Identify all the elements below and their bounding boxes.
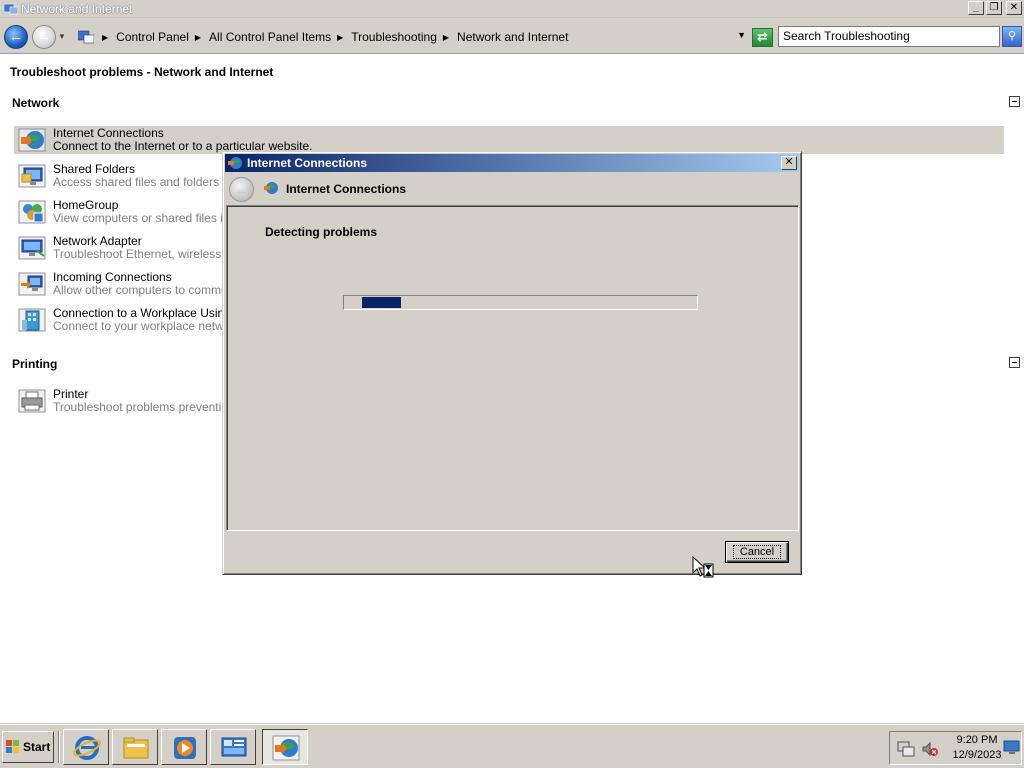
cancel-label: Cancel bbox=[732, 545, 782, 559]
breadcrumb-troubleshooting[interactable]: Troubleshooting bbox=[351, 30, 437, 44]
forward-arrow-icon: → bbox=[36, 28, 52, 45]
window-title: Network and Internet bbox=[21, 1, 133, 16]
printer-icon bbox=[18, 389, 46, 413]
chevron-right-icon[interactable]: ▶ bbox=[102, 33, 108, 42]
breadcrumb-all-items[interactable]: All Control Panel Items bbox=[209, 30, 331, 44]
search-button[interactable]: ⚲ bbox=[1002, 26, 1022, 47]
dialog-title: Internet Connections bbox=[247, 156, 368, 170]
collapse-network-button[interactable] bbox=[1009, 96, 1020, 107]
refresh-button[interactable]: ⇄ bbox=[752, 28, 773, 47]
back-button[interactable]: ← bbox=[4, 25, 28, 49]
taskbar-troubleshooting[interactable] bbox=[262, 729, 308, 765]
dialog-back-button[interactable]: ← bbox=[229, 177, 254, 202]
dialog-header: ← Internet Connections bbox=[225, 174, 799, 204]
list-item-internet-connections[interactable]: Internet Connections Connect to the Inte… bbox=[14, 126, 1004, 154]
internet-globe-icon bbox=[18, 128, 46, 152]
taskbar-internet-explorer[interactable] bbox=[63, 729, 109, 765]
breadcrumb-network-and-internet[interactable]: Network and Internet bbox=[457, 30, 568, 44]
recent-pages-dropdown[interactable]: ▼ bbox=[58, 32, 66, 41]
dialog-titlebar[interactable]: Internet Connections ✕ bbox=[225, 154, 799, 172]
item-name: Shared Folders bbox=[53, 162, 136, 176]
taskbar-server-manager[interactable] bbox=[210, 729, 256, 765]
restore-button[interactable]: ❐ bbox=[986, 1, 1002, 15]
address-bar: ← → ▼ ▶ Control Panel ▶ All Control Pane… bbox=[0, 18, 1024, 54]
windows-explorer-icon bbox=[123, 737, 149, 759]
progress-bar bbox=[343, 295, 698, 310]
shared-folders-icon bbox=[18, 164, 46, 188]
homegroup-icon bbox=[18, 200, 46, 224]
windows-logo-icon bbox=[6, 740, 19, 753]
notification-area: 9:20 PM 12/9/2023 bbox=[889, 731, 1022, 765]
control-panel-icon bbox=[4, 3, 18, 14]
progress-bar-fill bbox=[362, 297, 401, 308]
section-title-network: Network bbox=[12, 96, 60, 110]
forward-button[interactable]: → bbox=[32, 25, 56, 49]
dialog-content-panel: Detecting problems bbox=[226, 205, 799, 531]
breadcrumb-control-panel[interactable]: Control Panel bbox=[116, 30, 189, 44]
incoming-connections-icon bbox=[18, 272, 46, 296]
status-text: Detecting problems bbox=[265, 225, 378, 239]
media-player-icon bbox=[174, 737, 196, 759]
close-button[interactable]: ✕ bbox=[1006, 1, 1022, 15]
minimize-button[interactable]: _ bbox=[968, 1, 984, 15]
workplace-icon bbox=[18, 308, 46, 332]
dialog-close-button[interactable]: ✕ bbox=[781, 156, 797, 170]
item-name: Printer bbox=[53, 387, 89, 401]
page-title: Troubleshoot problems - Network and Inte… bbox=[10, 65, 274, 79]
internet-globe-icon bbox=[264, 182, 278, 194]
network-status-icon[interactable] bbox=[897, 740, 915, 758]
volume-muted-icon[interactable] bbox=[921, 740, 939, 758]
chevron-right-icon[interactable]: ▶ bbox=[443, 33, 449, 42]
clock-date[interactable]: 12/9/2023 bbox=[948, 749, 1006, 761]
taskbar-windows-explorer[interactable] bbox=[112, 729, 158, 765]
search-input[interactable]: Search Troubleshooting bbox=[778, 26, 1000, 47]
section-title-printing: Printing bbox=[12, 357, 58, 371]
back-arrow-icon: ← bbox=[234, 181, 249, 197]
start-label: Start bbox=[23, 740, 51, 754]
address-dropdown-icon[interactable]: ▼ bbox=[737, 30, 746, 40]
dialog-header-title: Internet Connections bbox=[286, 182, 407, 196]
start-button[interactable]: Start bbox=[2, 731, 54, 763]
window-titlebar[interactable]: Network and Internet _ ❐ ✕ bbox=[0, 0, 1024, 18]
search-icon: ⚲ bbox=[1007, 30, 1017, 42]
troubleshooting-icon bbox=[272, 735, 300, 761]
item-name: Incoming Connections bbox=[53, 270, 172, 284]
item-name: HomeGroup bbox=[53, 198, 119, 212]
network-adapter-icon bbox=[18, 236, 46, 260]
show-desktop-icon[interactable] bbox=[1003, 738, 1021, 756]
cancel-button[interactable]: Cancel bbox=[725, 541, 789, 563]
taskbar-separator bbox=[58, 731, 60, 763]
clock-time[interactable]: 9:20 PM bbox=[950, 734, 1004, 746]
control-panel-icon bbox=[78, 30, 94, 44]
refresh-icon: ⇄ bbox=[757, 29, 768, 44]
taskbar: Start 9:20 PM 12/9/2023 bbox=[0, 724, 1024, 768]
troubleshooting-icon bbox=[228, 157, 242, 169]
chevron-right-icon[interactable]: ▶ bbox=[337, 33, 343, 42]
breadcrumb[interactable]: ▶ Control Panel ▶ All Control Panel Item… bbox=[74, 26, 750, 48]
item-name: Network Adapter bbox=[53, 234, 142, 248]
busy-cursor-icon bbox=[692, 556, 714, 578]
server-manager-icon bbox=[221, 737, 247, 757]
item-name: Internet Connections bbox=[53, 126, 164, 140]
taskbar-media-player[interactable] bbox=[161, 729, 207, 765]
internet-explorer-icon bbox=[73, 736, 101, 760]
back-arrow-icon: ← bbox=[8, 28, 24, 45]
troubleshooter-dialog: Internet Connections ✕ ← Internet Connec… bbox=[222, 151, 802, 575]
collapse-printing-button[interactable] bbox=[1009, 357, 1020, 368]
chevron-right-icon[interactable]: ▶ bbox=[195, 33, 201, 42]
